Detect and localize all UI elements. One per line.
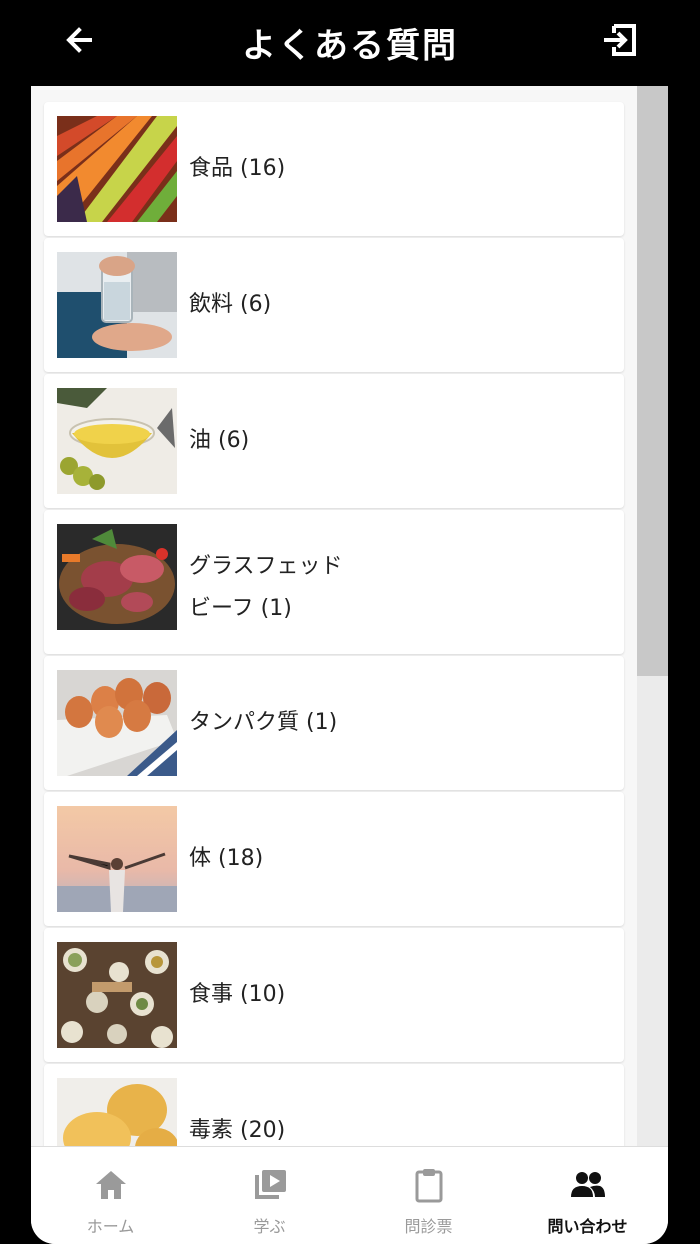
category-thumbnail	[57, 252, 177, 358]
category-card-meal[interactable]: 食事 (10)	[44, 928, 624, 1062]
play-library-icon	[255, 1170, 286, 1199]
tab-label: 学ぶ	[253, 1217, 286, 1236]
category-label: 食品 (16)	[189, 156, 286, 181]
category-thumbnail	[57, 1078, 177, 1146]
category-label: 油 (6)	[189, 428, 250, 453]
category-label: 体 (18)	[189, 846, 264, 871]
page-title: よくある質問	[242, 26, 458, 66]
tab-home[interactable]: ホーム	[31, 1147, 190, 1244]
category-card-grassfed-beef[interactable]: グラスフェッド ビーフ (1)	[44, 510, 624, 654]
category-list: 食品 (16) 飲料 (6) 油 (6) グラスフェッド ビーフ (1) タンパ…	[31, 86, 637, 1146]
tab-label: 問い合わせ	[547, 1217, 628, 1236]
category-label: タンパク質 (1)	[189, 710, 338, 735]
scrollbar-thumb[interactable]	[637, 86, 668, 676]
category-label: 飲料 (6)	[189, 292, 272, 317]
category-thumbnail	[57, 942, 177, 1048]
app-header: よくある質問	[0, 0, 700, 86]
category-label: 毒素 (20)	[189, 1118, 286, 1143]
app-frame: よくある質問 食品 (16) 飲料 (6) 油 (6) グラスフェッド ビーフ …	[0, 0, 700, 1244]
bottom-tab-bar: ホーム 学ぶ 問診票 問い合わせ	[31, 1146, 668, 1244]
category-card-protein[interactable]: タンパク質 (1)	[44, 656, 624, 790]
logout-icon	[604, 24, 636, 56]
logout-button[interactable]	[600, 20, 640, 60]
category-label-line1: グラスフェッド	[189, 554, 343, 579]
category-label: 食事 (10)	[189, 982, 286, 1007]
category-card-body[interactable]: 体 (18)	[44, 792, 624, 926]
people-icon	[571, 1172, 605, 1197]
tab-label: 問診票	[404, 1217, 453, 1236]
category-card-drinks[interactable]: 飲料 (6)	[44, 238, 624, 372]
category-label-line2: ビーフ (1)	[189, 596, 292, 621]
category-thumbnail	[57, 388, 177, 494]
category-card-toxins[interactable]: 毒素 (20)	[44, 1064, 624, 1146]
category-card-oil[interactable]: 油 (6)	[44, 374, 624, 508]
tab-questionnaire[interactable]: 問診票	[349, 1147, 508, 1244]
category-thumbnail	[57, 670, 177, 776]
category-thumbnail	[57, 806, 177, 912]
category-card-food[interactable]: 食品 (16)	[44, 102, 624, 236]
tab-label: ホーム	[86, 1217, 135, 1236]
category-thumbnail	[57, 116, 177, 222]
clipboard-icon	[415, 1169, 443, 1203]
tab-contact[interactable]: 問い合わせ	[508, 1147, 667, 1244]
content-screen: 食品 (16) 飲料 (6) 油 (6) グラスフェッド ビーフ (1) タンパ…	[31, 86, 668, 1244]
tab-learn[interactable]: 学ぶ	[190, 1147, 349, 1244]
category-thumbnail	[57, 524, 177, 630]
home-icon	[96, 1171, 126, 1199]
